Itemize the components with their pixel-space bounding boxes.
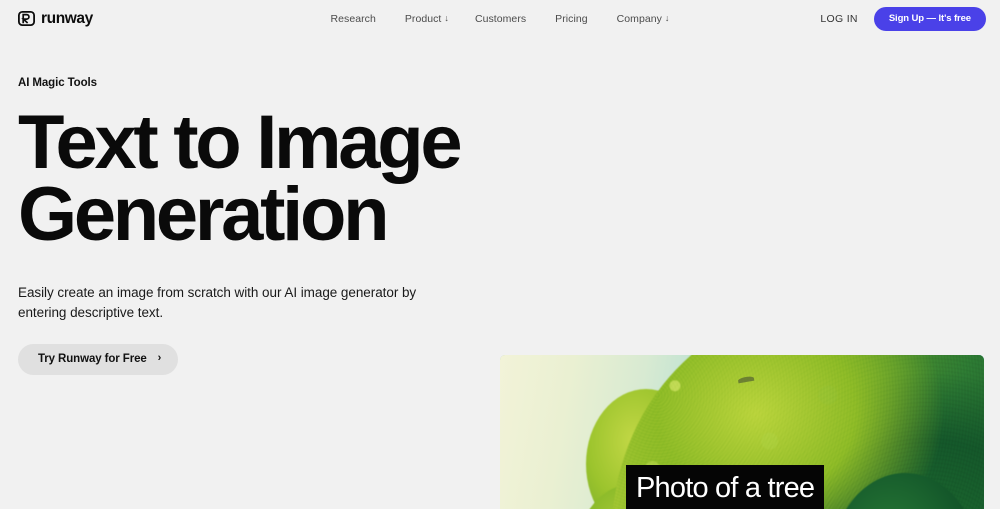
nav-item-label: Company <box>616 12 662 25</box>
login-link[interactable]: LOG IN <box>820 13 857 25</box>
nav-item-research[interactable]: Research <box>331 13 379 25</box>
hero-generated-image[interactable]: Photo of a tree <box>500 355 984 509</box>
nav-item-pricing[interactable]: Pricing <box>555 13 590 25</box>
signup-button[interactable]: Sign Up — It's free <box>873 6 986 31</box>
site-header: runway Research Product ↓ Customers Pric… <box>0 0 1000 37</box>
page-title-line-2: Generation <box>18 172 390 258</box>
nav-item-label: Customers <box>474 12 527 25</box>
nav-item-label: Research <box>330 12 376 25</box>
nav-item-label: Product <box>404 12 442 25</box>
hero-section: AI Magic Tools Text to Image Generation … <box>0 77 1000 509</box>
eyebrow-label: AI Magic Tools <box>18 77 97 89</box>
nav-item-label: Pricing <box>555 12 588 25</box>
cta-label: Try Runway for Free <box>38 352 147 365</box>
image-caption-overlay: Photo of a tree <box>626 465 825 509</box>
brand-logo[interactable]: runway <box>17 9 93 27</box>
brand-name: runway <box>41 9 93 27</box>
chevron-down-icon: ↓ <box>664 13 670 23</box>
page-title-line-1: Text to Image <box>18 100 463 185</box>
nav-item-company[interactable]: Company ↓ <box>617 13 670 25</box>
try-runway-for-free-button[interactable]: Try Runway for Free › <box>18 343 179 375</box>
nav-item-customers[interactable]: Customers <box>475 13 529 25</box>
chevron-right-icon: › <box>157 352 162 365</box>
chevron-down-icon: ↓ <box>444 13 449 23</box>
header-actions: LOG IN Sign Up — It's free <box>820 6 986 31</box>
hero-description: Easily create an image from scratch with… <box>18 285 417 320</box>
nav-item-product[interactable]: Product ↓ <box>405 13 449 25</box>
runway-r-logomark-icon <box>17 10 35 26</box>
page-title: Text to Image Generation <box>18 100 488 258</box>
